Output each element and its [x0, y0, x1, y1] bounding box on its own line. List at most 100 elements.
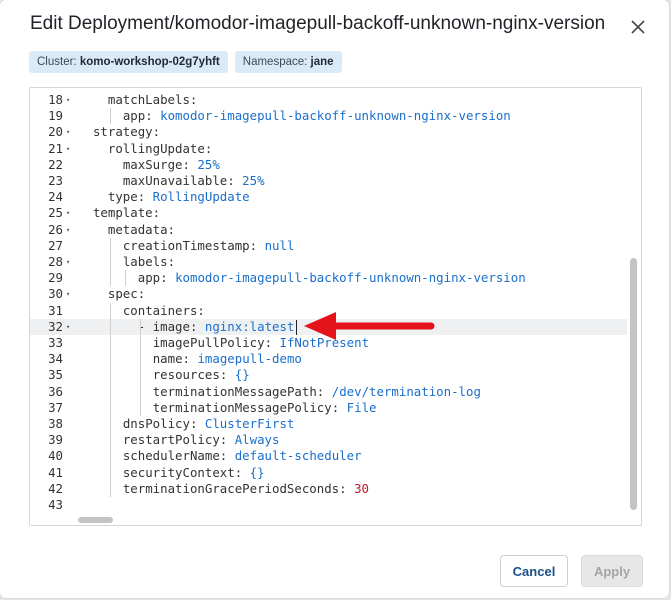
yaml-key: schedulerName: [122, 448, 235, 464]
chevron-down-icon[interactable]: ▾ [66, 205, 70, 221]
yaml-value: 30 [354, 480, 369, 496]
yaml-value: default-scheduler [234, 448, 362, 464]
yaml-key: dnsPolicy: [122, 416, 205, 431]
code-line[interactable]: 30 ▾ spec: [30, 286, 627, 302]
yaml-key: terminationMessagePath: [152, 383, 332, 399]
code-line[interactable]: 20 ▾ strategy: [30, 124, 627, 140]
code-line[interactable]: 37 terminationMessagePolicy: File [30, 400, 627, 416]
line-number: 23 [48, 173, 63, 188]
horizontal-scrollbar[interactable] [78, 517, 113, 523]
line-number: 31 [48, 302, 63, 318]
code-line[interactable]: 34 name: imagepull-demo [30, 351, 627, 367]
indent-guide [139, 335, 141, 416]
code-text: securityContext: {} [123, 465, 265, 481]
yaml-value: nginx:latest [204, 318, 295, 334]
yaml-key: - image: [137, 318, 205, 334]
yaml-key: strategy: [92, 124, 161, 140]
indent-guide [109, 237, 111, 287]
line-number: 19 [48, 108, 63, 124]
yaml-key: rollingUpdate: [107, 140, 213, 156]
code-text: creationTimestamp: null [123, 238, 295, 254]
code-text: spec: [108, 286, 145, 302]
yaml-value: File [346, 399, 377, 415]
namespace-badge: Namespace: jane [234, 51, 342, 73]
code-text: matchLabels: [108, 92, 198, 108]
cluster-label: Cluster: [37, 56, 77, 68]
line-number: 39 [48, 432, 63, 448]
code-text: terminationGracePeriodSeconds: 30 [123, 481, 369, 497]
line-number: 21 [48, 140, 63, 156]
code-line[interactable]: 27 creationTimestamp: null [30, 238, 627, 254]
cluster-badge: Cluster: komo-workshop-02g7yhft [29, 51, 228, 73]
yaml-value: RollingUpdate [152, 189, 250, 205]
yaml-key: name: [152, 351, 198, 367]
yaml-value: 25% [242, 173, 265, 188]
line-number: 41 [48, 464, 63, 480]
chevron-down-icon[interactable]: ▾ [66, 124, 70, 140]
yaml-key: template: [92, 205, 161, 221]
code-line[interactable]: 35 resources: {} [30, 367, 627, 383]
code-text: rollingUpdate: [108, 141, 212, 157]
yaml-key: containers: [122, 302, 205, 318]
close-icon[interactable] [627, 16, 649, 38]
cancel-button[interactable]: Cancel [500, 555, 568, 587]
code-text: containers: [123, 303, 205, 319]
indent-guide [109, 108, 111, 125]
yaml-value: {} [234, 367, 250, 383]
code-line[interactable]: 28 ▾ labels: [30, 254, 627, 270]
code-line[interactable]: 40 schedulerName: default-scheduler [30, 448, 627, 464]
yaml-value: /dev/termination-log [331, 383, 481, 399]
line-number: 35 [48, 367, 63, 383]
yaml-key: matchLabels: [107, 92, 198, 107]
code-text: terminationMessagePath: /dev/termination… [153, 384, 481, 400]
line-number: 43 [48, 497, 63, 512]
code-line[interactable]: 43 [30, 497, 627, 513]
yaml-key: restartPolicy: [122, 432, 235, 448]
code-text: app: komodor-imagepull-backoff-unknown-n… [123, 108, 511, 124]
yaml-key: app: [137, 270, 176, 286]
chevron-down-icon[interactable]: ▾ [66, 319, 70, 335]
code-line[interactable]: 41 securityContext: {} [30, 465, 627, 481]
namespace-label: Namespace: [242, 56, 308, 68]
yaml-key: maxSurge: [122, 156, 198, 172]
yaml-value: Always [234, 432, 280, 448]
code-line[interactable]: 26 ▾ metadata: [30, 222, 627, 238]
yaml-value: {} [249, 464, 265, 480]
yaml-value: komodor-imagepull-backoff-unknown-nginx-… [175, 270, 526, 286]
chevron-down-icon[interactable]: ▾ [66, 141, 70, 157]
line-number: 28 [48, 254, 63, 269]
code-line[interactable]: 29 app: komodor-imagepull-backoff-unknown… [30, 270, 627, 286]
apply-button[interactable]: Apply [581, 555, 643, 587]
code-line[interactable]: 36 terminationMessagePath: /dev/terminati… [30, 384, 627, 400]
yaml-key: imagePullPolicy: [152, 335, 280, 350]
vertical-scrollbar[interactable] [630, 258, 637, 510]
chevron-down-icon[interactable]: ▾ [66, 286, 70, 302]
indent-guide [124, 270, 126, 287]
code-line[interactable]: 19 app: komodor-imagepull-backoff-unknown… [30, 108, 627, 124]
code-line[interactable]: 38 dnsPolicy: ClusterFirst [30, 416, 627, 432]
code-text: strategy: [93, 124, 160, 140]
code-line[interactable]: 25 ▾ template: [30, 205, 627, 221]
yaml-code-editor[interactable]: 18 ▾ matchLabels: 19 app: komodor-imagepull-… [29, 87, 642, 526]
chevron-down-icon[interactable]: ▾ [66, 92, 70, 108]
line-number: 36 [48, 383, 63, 399]
code-line[interactable]: 22 maxSurge: 25% [30, 157, 627, 173]
code-line[interactable]: 42 terminationGracePeriodSeconds: 30 [30, 481, 627, 497]
chevron-down-icon[interactable]: ▾ [66, 254, 70, 270]
code-line[interactable]: 24 type: RollingUpdate [30, 189, 627, 205]
code-line[interactable]: 23 maxUnavailable: 25% [30, 173, 627, 189]
yaml-value: ClusterFirst [204, 416, 295, 431]
line-number: 26 [48, 221, 63, 237]
line-number: 24 [48, 189, 63, 205]
code-text: template: [93, 205, 160, 221]
yaml-key: app: [122, 108, 161, 124]
yaml-key: spec: [107, 286, 146, 302]
code-text: dnsPolicy: ClusterFirst [123, 416, 295, 432]
code-line[interactable]: 18 ▾ matchLabels: [30, 92, 627, 108]
code-line[interactable]: 39 restartPolicy: Always [30, 432, 627, 448]
chevron-down-icon[interactable]: ▾ [66, 222, 70, 238]
code-text: terminationMessagePolicy: File [153, 400, 377, 416]
text-cursor [295, 319, 297, 335]
code-line[interactable]: 21 ▾ rollingUpdate: [30, 141, 627, 157]
code-text: maxSurge: 25% [123, 157, 220, 173]
